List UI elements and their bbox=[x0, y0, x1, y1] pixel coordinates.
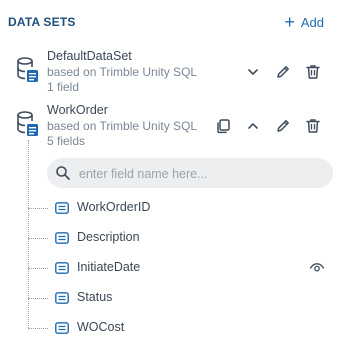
copy-dataset-button[interactable] bbox=[214, 117, 232, 135]
tree-branch-line bbox=[28, 238, 48, 239]
field-item-description[interactable]: Description bbox=[28, 228, 340, 248]
field-item-workorderid[interactable]: WorkOrderID bbox=[28, 198, 340, 218]
dataset-item-defaultdataset[interactable]: DefaultDataSet based on Trimble Unity SQ… bbox=[0, 48, 340, 100]
field-label: Description bbox=[77, 230, 140, 244]
field-label: Status bbox=[77, 290, 113, 304]
edit-dataset-button[interactable] bbox=[274, 63, 292, 81]
data-sets-header: DATA SETS + Add bbox=[0, 0, 340, 44]
dataset-name: DefaultDataSet bbox=[47, 49, 132, 63]
tree-branch-line bbox=[28, 298, 48, 299]
panel-title: DATA SETS bbox=[8, 15, 76, 29]
field-item-status[interactable]: Status bbox=[28, 288, 340, 308]
database-icon bbox=[17, 111, 38, 136]
edit-dataset-button[interactable] bbox=[274, 117, 292, 135]
field-search-input[interactable] bbox=[77, 163, 321, 185]
field-label: InitiateDate bbox=[77, 260, 141, 274]
plus-icon: + bbox=[284, 12, 295, 32]
field-search-box bbox=[47, 158, 333, 188]
field-icon bbox=[55, 322, 69, 334]
field-icon bbox=[55, 292, 69, 304]
trash-icon bbox=[306, 65, 320, 79]
tree-branch-line bbox=[28, 328, 48, 329]
dataset-item-workorder[interactable]: WorkOrder based on Trimble Unity SQL 5 f… bbox=[0, 102, 340, 154]
chevron-up-icon bbox=[248, 123, 258, 129]
field-item-initiatedate[interactable]: InitiateDate bbox=[28, 258, 340, 278]
tree-branch-line bbox=[28, 208, 48, 209]
dataset-field-count: 1 field bbox=[47, 80, 80, 94]
delete-dataset-button[interactable] bbox=[304, 117, 322, 135]
expand-chevron-button[interactable] bbox=[244, 63, 262, 81]
add-data-set-button[interactable]: + Add bbox=[284, 12, 324, 32]
copy-icon bbox=[217, 119, 230, 134]
dataset-field-count: 5 fields bbox=[47, 134, 86, 148]
field-icon bbox=[55, 262, 69, 274]
trash-icon bbox=[306, 119, 320, 133]
tree-branch-line bbox=[28, 268, 48, 269]
database-icon bbox=[17, 57, 38, 82]
pencil-icon bbox=[277, 120, 289, 132]
field-icon bbox=[55, 202, 69, 214]
field-icon bbox=[55, 232, 69, 244]
field-label: WorkOrderID bbox=[77, 200, 151, 214]
delete-dataset-button[interactable] bbox=[304, 63, 322, 81]
collapse-chevron-button[interactable] bbox=[244, 117, 262, 135]
field-label: WOCost bbox=[77, 320, 125, 334]
add-label: Add bbox=[300, 14, 324, 30]
eye-icon[interactable] bbox=[309, 260, 325, 276]
dataset-source: based on Trimble Unity SQL bbox=[47, 119, 198, 133]
search-icon bbox=[56, 166, 70, 180]
dataset-name: WorkOrder bbox=[47, 103, 108, 117]
chevron-down-icon bbox=[248, 69, 258, 75]
pencil-icon bbox=[277, 66, 289, 78]
dataset-source: based on Trimble Unity SQL bbox=[47, 65, 198, 79]
field-item-wocost[interactable]: WOCost bbox=[28, 318, 340, 338]
